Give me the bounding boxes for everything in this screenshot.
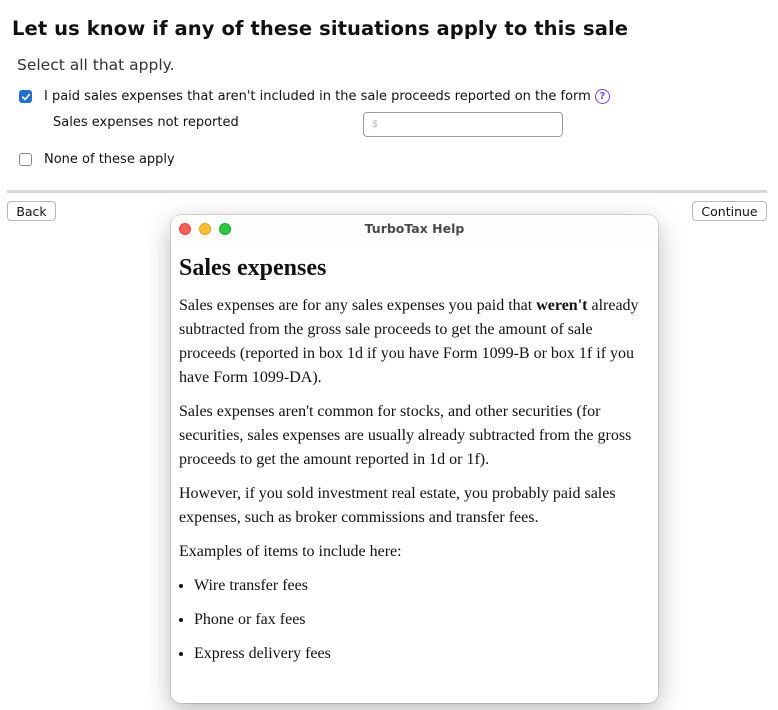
help-paragraph-4: Examples of items to include here: — [179, 543, 402, 560]
list-item: Phone or fax fees — [194, 608, 650, 632]
page-subtitle: Select all that apply. — [17, 56, 175, 74]
help-heading: Sales expenses — [179, 255, 327, 281]
sales-expenses-option[interactable]: I paid sales expenses that aren't includ… — [19, 89, 610, 104]
help-window-title: TurboTax Help — [364, 221, 465, 236]
help-paragraph-1: Sales expenses are for any sales expense… — [179, 294, 650, 390]
help-window: TurboTax Help Sales expenses Sales expen… — [171, 215, 658, 703]
continue-button[interactable]: Continue — [692, 201, 767, 221]
help-p1-text-a: Sales expenses are for any sales expense… — [179, 297, 537, 314]
none-apply-option[interactable]: None of these apply — [19, 152, 175, 167]
help-window-titlebar[interactable]: TurboTax Help — [171, 215, 658, 243]
list-item: Wire transfer fees — [194, 574, 650, 598]
back-button[interactable]: Back — [7, 201, 56, 221]
help-paragraph-3: However, if you sold investment real est… — [179, 485, 616, 526]
page-title: Let us know if any of these situations a… — [12, 17, 629, 40]
help-paragraph-2: Sales expenses aren't common for stocks,… — [179, 403, 632, 468]
section-divider — [7, 190, 767, 193]
sales-expenses-label: I paid sales expenses that aren't includ… — [44, 89, 591, 104]
help-question-icon[interactable]: ? — [594, 89, 610, 104]
list-item: Express delivery fees — [194, 642, 650, 666]
examples-list: Wire transfer fees Phone or fax fees Exp… — [179, 574, 650, 666]
none-apply-checkbox[interactable] — [19, 153, 32, 166]
help-content: Sales expenses Sales expenses are for an… — [171, 243, 658, 666]
checkmark-icon — [21, 93, 30, 100]
help-p1-emphasis: weren't — [536, 297, 588, 314]
sales-expenses-amount-label: Sales expenses not reported — [53, 115, 239, 130]
sales-expenses-checkbox[interactable] — [19, 90, 32, 103]
sales-expenses-amount-input[interactable] — [363, 112, 563, 137]
none-apply-label: None of these apply — [44, 152, 175, 167]
